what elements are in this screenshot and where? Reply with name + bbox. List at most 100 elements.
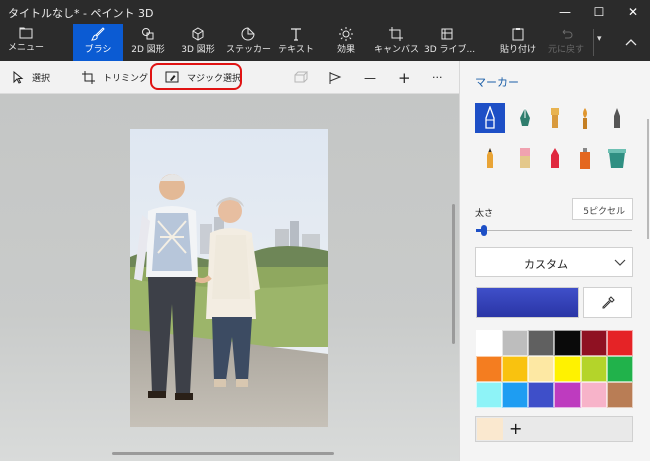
- canvas-icon: [389, 27, 403, 41]
- menu-label: メニュー: [7, 43, 44, 53]
- pixel-pen-brush[interactable]: [602, 103, 632, 133]
- calligraphy-pen-icon: [520, 108, 530, 126]
- horizontal-scrollbar[interactable]: [112, 452, 334, 455]
- stickers-tab[interactable]: ステッカー: [226, 24, 272, 61]
- fill-bucket-brush[interactable]: [602, 143, 632, 173]
- thickness-slider-thumb[interactable]: [481, 225, 487, 236]
- 3d-library-tab[interactable]: 3D ライブ...: [424, 24, 475, 61]
- undo-icon: [562, 29, 573, 39]
- calligraphy-pen-brush[interactable]: [510, 103, 540, 133]
- oil-brush[interactable]: [540, 103, 570, 133]
- color-swatch[interactable]: [502, 356, 529, 382]
- 3d-shapes-tab[interactable]: 3D 図形: [178, 24, 218, 61]
- custom-colors-row: +: [475, 416, 633, 442]
- elderly-couple-photo: [130, 129, 328, 427]
- color-swatch[interactable]: [554, 356, 581, 382]
- color-swatch[interactable]: [476, 330, 503, 356]
- color-palette: [476, 330, 633, 408]
- color-swatch[interactable]: [580, 382, 607, 408]
- thickness-label: 太さ: [475, 209, 494, 219]
- maximize-button[interactable]: ☐: [582, 0, 616, 24]
- 2d-shapes-label: 2D 図形: [131, 45, 165, 55]
- paste-label: 貼り付け: [499, 45, 536, 55]
- stickers-label: ステッカー: [226, 45, 272, 55]
- thickness-input[interactable]: 5ピクセル: [572, 198, 633, 220]
- oil-brush-icon: [551, 108, 559, 128]
- zoom-in-button[interactable]: +: [398, 61, 411, 94]
- chevron-down-icon: [614, 259, 626, 266]
- text-tab[interactable]: テキスト: [276, 24, 316, 61]
- color-swatch[interactable]: [554, 330, 581, 356]
- zoom-out-button[interactable]: —: [364, 61, 376, 94]
- menu-button[interactable]: メニュー: [6, 24, 46, 61]
- brush-icon: [91, 27, 105, 41]
- color-swatch[interactable]: [580, 330, 607, 356]
- more-options-button[interactable]: ···: [432, 61, 443, 94]
- undo-button[interactable]: 元に戻す: [546, 24, 586, 61]
- magic-select-highlight: [150, 63, 242, 90]
- select-label: 選択: [32, 74, 51, 84]
- folder-icon: [19, 27, 33, 39]
- vertical-scrollbar[interactable]: [452, 204, 455, 344]
- sticker-icon: [241, 27, 255, 41]
- pencil-icon: [487, 148, 493, 168]
- brushes-tab[interactable]: ブラシ: [73, 24, 123, 61]
- text-label: テキスト: [278, 45, 314, 55]
- thickness-slider-track[interactable]: [476, 230, 632, 231]
- color-swatch[interactable]: [606, 382, 633, 408]
- color-swatch[interactable]: [528, 356, 555, 382]
- panel-scrollbar[interactable]: [647, 119, 649, 239]
- effects-label: 効果: [336, 45, 355, 55]
- close-button[interactable]: ✕: [616, 0, 650, 24]
- color-swatch[interactable]: [580, 356, 607, 382]
- ribbon: メニュー ブラシ 2D 図形 3D 図形 ステッカー テキスト 効果 キャンバス…: [0, 24, 650, 61]
- finish-value: カスタム: [524, 258, 568, 271]
- color-swatch[interactable]: [528, 382, 555, 408]
- pencil-brush[interactable]: [475, 143, 505, 173]
- flag-icon[interactable]: [326, 69, 344, 87]
- current-color-preview[interactable]: [476, 287, 579, 318]
- select-tool[interactable]: 選択: [12, 61, 50, 94]
- crop-tool[interactable]: トリミング: [82, 61, 148, 94]
- effects-tab[interactable]: 効果: [326, 24, 366, 61]
- window-title: タイトルなし* - ペイント 3D: [8, 7, 154, 20]
- eraser-brush[interactable]: [510, 143, 540, 173]
- text-icon: [291, 28, 301, 41]
- color-swatch[interactable]: [502, 330, 529, 356]
- 2d-shapes-tab[interactable]: 2D 図形: [128, 24, 168, 61]
- minimize-button[interactable]: —: [548, 0, 582, 24]
- color-swatch[interactable]: [554, 382, 581, 408]
- color-swatch[interactable]: [606, 356, 633, 382]
- crop-label: トリミング: [103, 74, 149, 84]
- watercolor-brush[interactable]: [570, 103, 600, 133]
- finish-dropdown[interactable]: カスタム: [475, 247, 633, 277]
- crayon-brush[interactable]: [540, 143, 570, 173]
- color-swatch[interactable]: [528, 330, 555, 356]
- canvas-photo[interactable]: [130, 129, 328, 427]
- effects-sun-icon: [339, 27, 353, 41]
- undo-label: 元に戻す: [547, 45, 584, 55]
- history-dropdown-icon[interactable]: ▾: [597, 34, 611, 48]
- color-swatch[interactable]: [502, 382, 529, 408]
- marker-brush[interactable]: [475, 103, 505, 133]
- title-bar: タイトルなし* - ペイント 3D — ☐ ✕: [0, 0, 650, 24]
- color-swatch[interactable]: [606, 330, 633, 356]
- eyedropper-icon: [602, 295, 615, 308]
- 3d-shapes-label: 3D 図形: [181, 45, 215, 55]
- color-swatch[interactable]: [476, 356, 503, 382]
- brush-panel: マーカー 太さ 5ピクセル カスタム +: [459, 61, 650, 461]
- eyedropper-button[interactable]: [583, 287, 632, 318]
- canvas-area[interactable]: [0, 94, 459, 461]
- add-color-button[interactable]: +: [509, 419, 522, 439]
- paste-button[interactable]: 貼り付け: [498, 24, 538, 61]
- spray-can-brush[interactable]: [570, 143, 600, 173]
- custom-color-swatch[interactable]: [477, 418, 503, 440]
- crayon-icon: [551, 148, 559, 168]
- collapse-ribbon-button[interactable]: [618, 30, 644, 54]
- color-swatch[interactable]: [476, 382, 503, 408]
- canvas-tab[interactable]: キャンバス: [374, 24, 419, 61]
- 3d-view-icon[interactable]: [291, 69, 309, 87]
- chevron-up-icon: [625, 39, 637, 46]
- app-header: タイトルなし* - ペイント 3D — ☐ ✕ メニュー ブラシ 2D 図形 3…: [0, 0, 650, 61]
- marker-icon: [485, 106, 495, 129]
